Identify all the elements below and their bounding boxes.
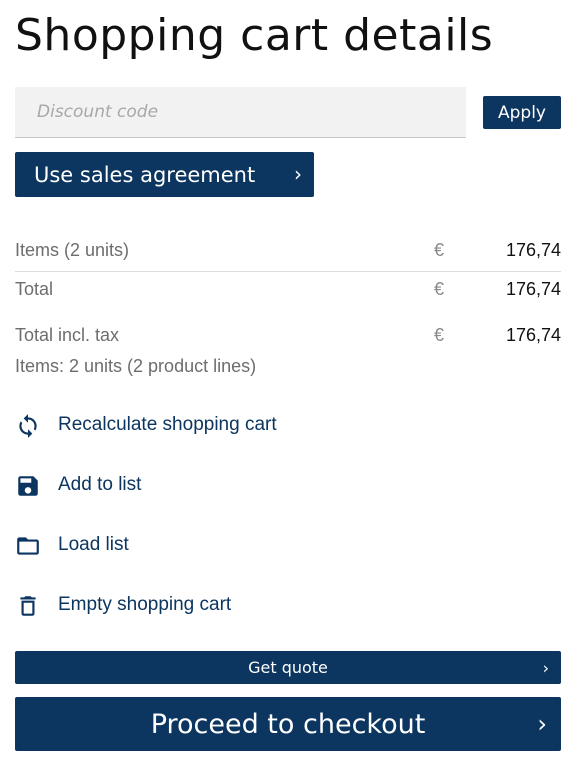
- add-to-list-action[interactable]: Add to list: [15, 471, 415, 501]
- proceed-to-checkout-button[interactable]: Proceed to checkout ›: [15, 697, 561, 751]
- summary-value: 176,74: [505, 240, 561, 260]
- apply-discount-button[interactable]: Apply: [483, 96, 561, 129]
- use-sales-agreement-button[interactable]: Use sales agreement ›: [15, 152, 314, 197]
- summary-label: Items (2 units): [15, 240, 130, 260]
- summary-divider: [15, 271, 561, 272]
- chevron-right-icon: ›: [294, 162, 302, 186]
- use-sales-agreement-label: Use sales agreement: [34, 162, 256, 187]
- page-title: Shopping cart details: [15, 10, 494, 61]
- refresh-icon: [15, 413, 41, 439]
- summary-label: Total: [15, 279, 54, 299]
- chevron-right-icon: ›: [537, 710, 547, 738]
- proceed-to-checkout-label: Proceed to checkout: [150, 708, 426, 740]
- folder-icon: [15, 533, 41, 559]
- summary-row-total-incl-tax: Total incl. tax € 176,74: [15, 325, 561, 351]
- recalculate-cart-action[interactable]: Recalculate shopping cart: [15, 411, 415, 441]
- trash-icon: [15, 593, 41, 619]
- discount-code-input[interactable]: [15, 87, 466, 138]
- summary-row-items: Items (2 units) € 176,74: [15, 240, 561, 266]
- empty-cart-action[interactable]: Empty shopping cart: [15, 591, 415, 621]
- currency-symbol: €: [434, 240, 445, 260]
- summary-value: 176,74: [505, 325, 561, 345]
- save-icon: [15, 473, 41, 499]
- items-count-note: Items: 2 units (2 product lines): [15, 356, 257, 376]
- summary-label: Total incl. tax: [15, 325, 120, 345]
- get-quote-button[interactable]: Get quote ›: [15, 651, 561, 684]
- load-list-action[interactable]: Load list: [15, 531, 415, 561]
- add-to-list-label: Add to list: [58, 474, 142, 495]
- summary-value: 176,74: [505, 279, 561, 299]
- empty-cart-label: Empty shopping cart: [58, 594, 232, 615]
- currency-symbol: €: [434, 279, 445, 299]
- recalculate-cart-label: Recalculate shopping cart: [58, 414, 277, 435]
- chevron-right-icon: ›: [542, 658, 549, 677]
- summary-row-total: Total € 176,74: [15, 279, 561, 305]
- get-quote-label: Get quote: [248, 658, 328, 677]
- currency-symbol: €: [434, 325, 445, 345]
- load-list-label: Load list: [58, 534, 129, 555]
